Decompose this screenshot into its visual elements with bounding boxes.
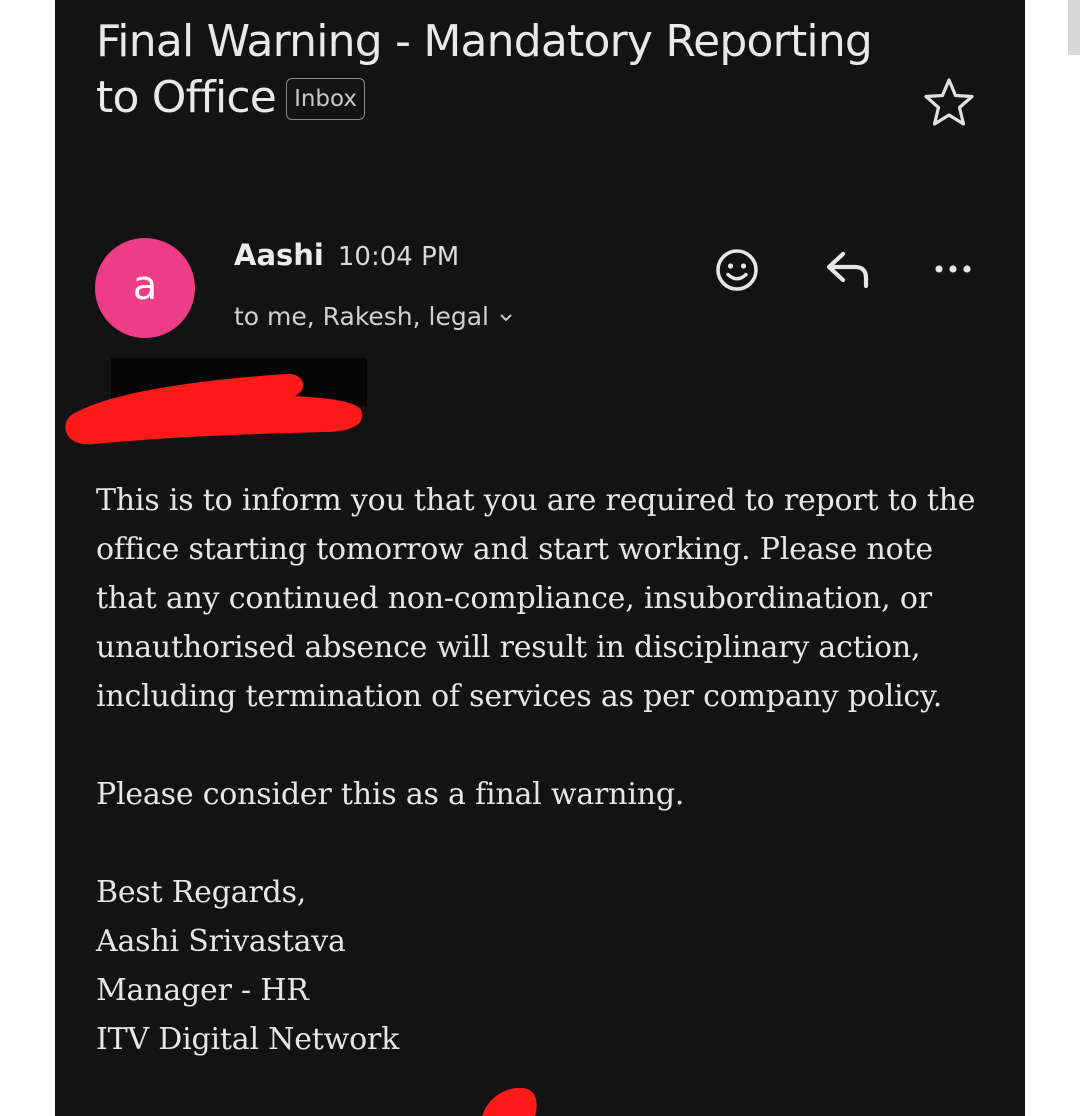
- subject-text: Final Warning - Mandatory Reporting to O…: [96, 16, 873, 123]
- reply-icon[interactable]: [821, 246, 875, 292]
- recipients-toggle[interactable]: to me, Rakesh, legal: [234, 302, 513, 331]
- email-view: Final Warning - Mandatory Reporting to O…: [55, 0, 1025, 1116]
- body-paragraph: Please consider this as a final warning.: [96, 777, 685, 812]
- body-paragraph: This is to inform you that you are requi…: [96, 483, 976, 714]
- signature-name: Aashi Srivastava: [96, 924, 346, 959]
- chevron-down-icon: [500, 314, 512, 322]
- email-body: This is to inform you that you are requi…: [96, 476, 996, 1064]
- email-signature: Best Regards, Aashi Srivastava Manager -…: [96, 868, 996, 1064]
- signature-title: Manager - HR: [96, 973, 309, 1008]
- more-options-icon[interactable]: [929, 256, 977, 282]
- email-subject: Final Warning - Mandatory Reporting to O…: [96, 14, 876, 126]
- signature-company: ITV Digital Network: [96, 1022, 400, 1057]
- scroll-indicator[interactable]: [1068, 0, 1080, 55]
- redaction-scribble: [65, 358, 367, 445]
- screenshot-stage: Final Warning - Mandatory Reporting to O…: [0, 0, 1080, 1116]
- signature-closing: Best Regards,: [96, 875, 307, 910]
- sender-name: Aashi: [234, 238, 324, 272]
- sender-line: Aashi 10:04 PM: [234, 238, 459, 272]
- redaction-mark: [482, 1087, 537, 1116]
- recipients-text: to me, Rakesh, legal: [234, 302, 490, 331]
- sent-time: 10:04 PM: [337, 242, 460, 272]
- star-icon[interactable]: [921, 76, 977, 128]
- inbox-label-badge[interactable]: Inbox: [286, 78, 365, 120]
- emoji-reaction-icon[interactable]: [713, 246, 761, 294]
- sender-avatar[interactable]: a: [95, 238, 195, 338]
